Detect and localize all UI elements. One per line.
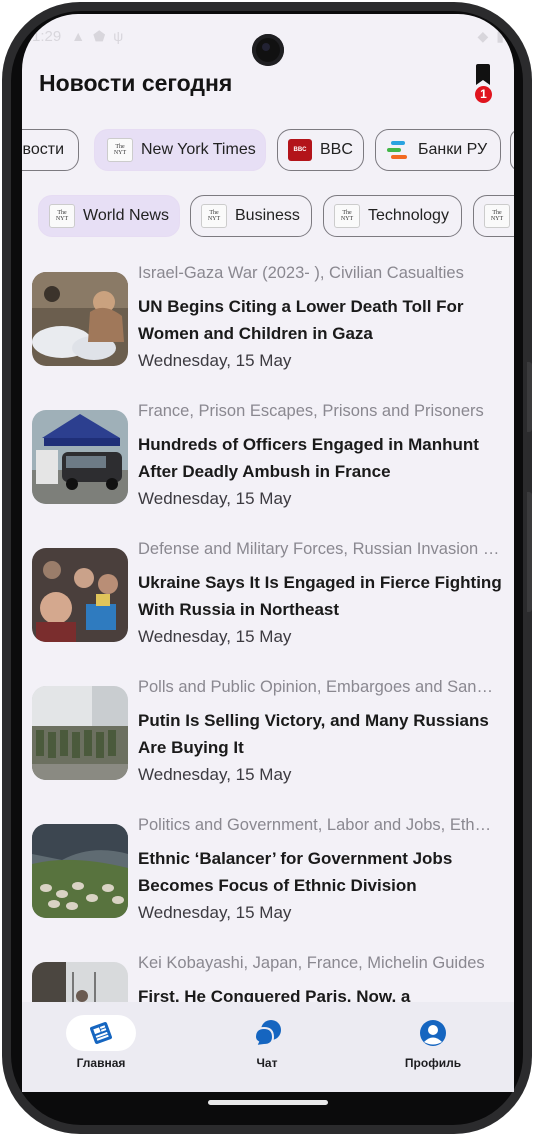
news-headline: Putin Is Selling Victory, and Many Russi… [138,711,489,757]
chip-source-nyt[interactable]: The NYT New York Times [94,129,266,171]
chip-source-more[interactable] [510,129,514,171]
news-date: Wednesday, 15 May [138,351,292,370]
news-thumbnail [32,824,128,918]
source-chips: Новости TheNYT New York Times BBC BBC Ба… [22,129,514,175]
news-tags: Polls and Public Opinion, Embargoes and … [138,678,500,696]
wifi-icon: ◆ [477,27,489,44]
news-tags: France, Prison Escapes, Prisons and Pris… [138,402,484,420]
nyt-logo-icon: The NYT [201,204,227,228]
news-headline: Ethnic ‘Balancer’ for Government Jobs Be… [138,849,453,895]
nyt-logo-icon: The NYT [49,204,75,228]
chip-source-bbc[interactable]: BBC BBC [277,129,364,171]
news-headline: UN Begins Citing a Lower Death Toll For … [138,297,464,343]
chip-category-business[interactable]: The NYT Business [190,195,312,237]
chip-label: Банки РУ [418,141,488,158]
news-thumbnail [32,686,128,780]
chip-label: World News [83,207,169,224]
nav-home[interactable]: Главная [31,1002,171,1092]
banki-logo-icon [386,139,410,161]
nav-chat[interactable]: Чат [197,1002,337,1092]
news-tags: Politics and Government, Labor and Jobs,… [138,816,500,834]
chip-label: Business [235,207,300,224]
chip-label: New York Times [141,141,256,158]
bbc-logo-icon: BBC [288,139,312,161]
chip-category-technology[interactable]: The NYT Technology [323,195,462,237]
app-screen: 1:29 ▲ ⬟ ψ ◆ ▮ Новости сегодня 1 Новости… [22,14,514,1092]
news-tags: Israel-Gaza War (2023- ), Civilian Casua… [138,264,464,282]
news-thumbnail [32,410,128,504]
page-title: Новости сегодня [39,70,233,96]
news-item[interactable]: Politics and Government, Labor and Jobs,… [32,810,512,938]
chat-bubbles-icon [253,1020,281,1047]
newspaper-icon [90,1022,112,1044]
category-chips: The NYT World News The NYT Business The NYT… [22,195,514,241]
front-camera [252,34,284,66]
news-item[interactable]: Israel-Gaza War (2023- ), Civilian Casua… [32,258,512,386]
nav-profile-indicator [398,1015,468,1051]
home-indicator[interactable] [208,1100,328,1105]
nav-profile[interactable]: Профиль [363,1002,503,1092]
news-item[interactable]: France, Prison Escapes, Prisons and Pris… [32,396,512,524]
shield-icon: ⬟ [93,27,106,44]
bookmark-count-badge: 1 [475,86,492,103]
nyt-logo-icon: The NYT [484,204,510,228]
news-date: Wednesday, 15 May [138,627,292,646]
news-tags: Defense and Military Forces, Russian Inv… [138,540,500,558]
volume-button [527,362,532,432]
chip-label: Новости [22,141,64,158]
news-item[interactable]: Polls and Public Opinion, Embargoes and … [32,672,512,800]
nyt-logo-icon: The NYT [107,138,133,162]
news-list: Israel-Gaza War (2023- ), Civilian Casua… [22,258,514,1002]
warning-icon: ▲ [71,27,86,44]
news-headline: First, He Conquered Paris. Now, a [138,987,411,1002]
chip-category-world-news[interactable]: The NYT World News [38,195,180,237]
news-headline: Hundreds of Officers Engaged in Manhunt … [138,435,479,481]
nyt-logo-icon: The NYT [334,204,360,228]
news-thumbnail [32,962,128,1002]
status-time: 1:29 [32,27,62,45]
nav-home-label: Главная [76,1056,126,1070]
bottom-navigation: Главная Чат Профиль [22,1002,514,1092]
chip-label: Technology [368,207,449,224]
news-item[interactable]: Kei Kobayashi, Japan, France, Michelin G… [32,948,512,1002]
bookmarks-button[interactable]: 1 [472,64,494,104]
news-tags: Kei Kobayashi, Japan, France, Michelin G… [138,954,485,972]
news-date: Wednesday, 15 May [138,489,292,508]
news-headline: Ukraine Says It Is Engaged in Fierce Fig… [138,573,502,619]
nav-chat-indicator [232,1015,302,1051]
news-thumbnail [32,548,128,642]
chip-label: BBC [320,141,353,158]
news-item[interactable]: Defense and Military Forces, Russian Inv… [32,534,512,662]
battery-icon: ▮ [496,27,504,44]
usb-icon: ψ [113,27,124,44]
chip-source-news[interactable]: Новости [22,129,79,171]
news-date: Wednesday, 15 May [138,765,292,784]
nav-profile-label: Профиль [404,1056,462,1070]
chip-category-more[interactable]: The NYT [473,195,514,237]
chip-source-banki[interactable]: Банки РУ [375,129,501,171]
side-button [527,492,532,612]
nav-home-indicator [66,1015,136,1051]
bookmark-icon [476,64,490,85]
nav-chat-label: Чат [256,1056,278,1070]
news-date: Wednesday, 15 May [138,903,292,922]
profile-icon [420,1020,446,1046]
news-thumbnail [32,272,128,366]
